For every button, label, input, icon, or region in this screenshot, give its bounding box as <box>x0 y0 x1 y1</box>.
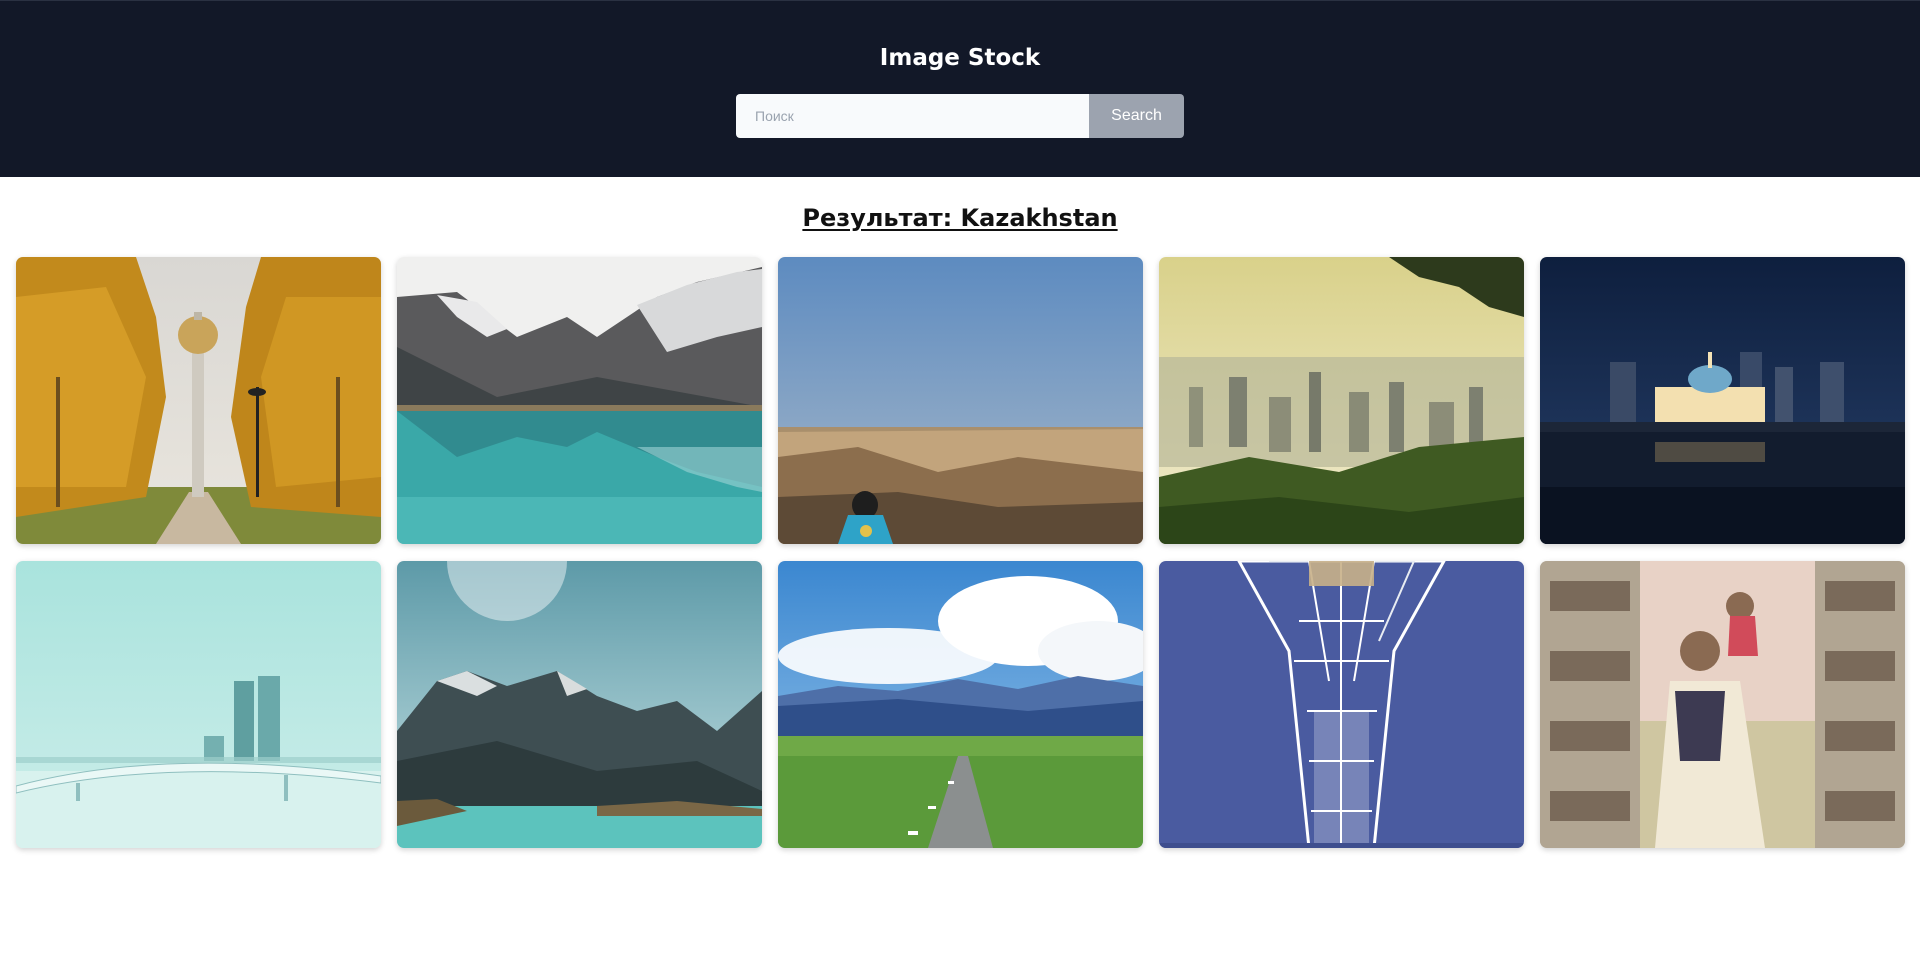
image-mountain-lake-reflection <box>397 257 762 544</box>
image-card[interactable] <box>397 561 762 848</box>
image-palace-at-night <box>1540 257 1905 544</box>
search-input[interactable] <box>736 94 1089 138</box>
image-card[interactable] <box>1540 561 1905 848</box>
search-form: Search <box>736 94 1184 138</box>
image-big-almaty-lake <box>397 561 762 848</box>
image-building-mural <box>1540 561 1905 848</box>
image-steppe-road-mountains <box>778 561 1143 848</box>
image-card[interactable] <box>1540 257 1905 544</box>
search-button[interactable]: Search <box>1089 94 1184 138</box>
app-title: Image Stock <box>879 45 1041 71</box>
image-almaty-city-sunrise <box>1159 257 1524 544</box>
image-card[interactable] <box>1159 561 1524 848</box>
result-heading: Результат: Kazakhstan <box>802 204 1118 232</box>
image-card[interactable] <box>397 257 762 544</box>
image-card[interactable] <box>778 561 1143 848</box>
image-card[interactable] <box>1159 257 1524 544</box>
image-bayterek-tower-autumn-park <box>16 257 381 544</box>
image-card[interactable] <box>778 257 1143 544</box>
image-card[interactable] <box>16 561 381 848</box>
image-card[interactable] <box>16 257 381 544</box>
image-gallery <box>16 257 1905 848</box>
header: Image Stock Search <box>0 0 1920 177</box>
image-canyon-person-with-flag <box>778 257 1143 544</box>
image-frozen-river-bridge <box>16 561 381 848</box>
image-bayterek-tower-closeup <box>1159 561 1524 848</box>
